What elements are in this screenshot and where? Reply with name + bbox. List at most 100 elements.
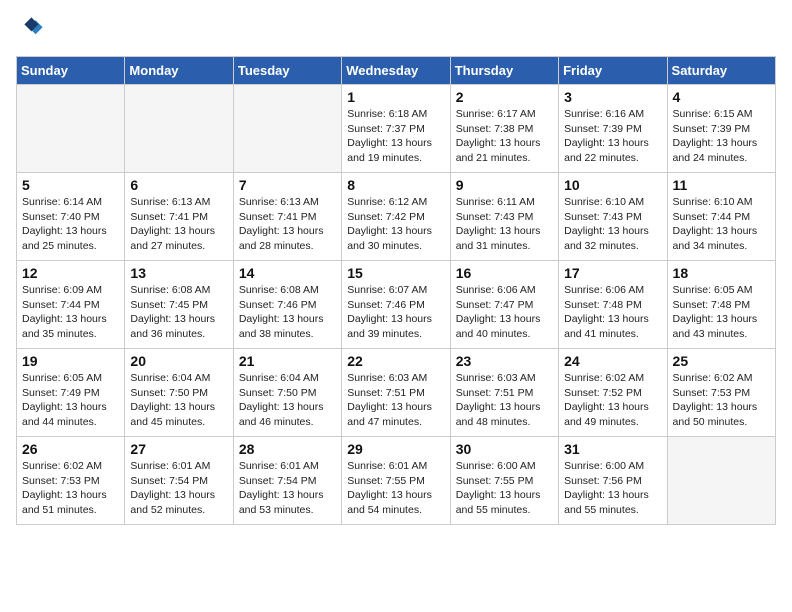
day-info: Sunrise: 6:03 AM Sunset: 7:51 PM Dayligh… — [456, 371, 553, 430]
calendar-day-cell: 23 Sunrise: 6:03 AM Sunset: 7:51 PM Dayli… — [450, 349, 558, 437]
day-number: 12 — [22, 265, 119, 281]
day-info: Sunrise: 6:05 AM Sunset: 7:49 PM Dayligh… — [22, 371, 119, 430]
day-info: Sunrise: 6:05 AM Sunset: 7:48 PM Dayligh… — [673, 283, 770, 342]
day-number: 7 — [239, 177, 336, 193]
calendar-day-cell: 31 Sunrise: 6:00 AM Sunset: 7:56 PM Dayli… — [559, 437, 667, 525]
day-info: Sunrise: 6:09 AM Sunset: 7:44 PM Dayligh… — [22, 283, 119, 342]
day-number: 22 — [347, 353, 444, 369]
day-number: 21 — [239, 353, 336, 369]
calendar-day-cell: 6 Sunrise: 6:13 AM Sunset: 7:41 PM Daylig… — [125, 173, 233, 261]
weekday-header: Tuesday — [233, 57, 341, 85]
calendar-day-cell: 22Sunrise: 6:03 AM Sunset: 7:51 PM Dayli… — [342, 349, 450, 437]
calendar-day-cell: 14 Sunrise: 6:08 AM Sunset: 7:46 PM Dayli… — [233, 261, 341, 349]
calendar-week-row: 19 Sunrise: 6:05 AM Sunset: 7:49 PM Dayli… — [17, 349, 776, 437]
calendar-week-row: 5Sunrise: 6:14 AM Sunset: 7:40 PM Daylig… — [17, 173, 776, 261]
calendar-day-cell: 28 Sunrise: 6:01 AM Sunset: 7:54 PM Dayli… — [233, 437, 341, 525]
calendar-day-cell: 2 Sunrise: 6:17 AM Sunset: 7:38 PM Daylig… — [450, 85, 558, 173]
calendar-day-cell: 18 Sunrise: 6:05 AM Sunset: 7:48 PM Dayli… — [667, 261, 775, 349]
day-info: Sunrise: 6:00 AM Sunset: 7:56 PM Dayligh… — [564, 459, 661, 518]
day-number: 11 — [673, 177, 770, 193]
calendar-day-cell: 27 Sunrise: 6:01 AM Sunset: 7:54 PM Dayli… — [125, 437, 233, 525]
calendar-day-cell: 9 Sunrise: 6:11 AM Sunset: 7:43 PM Daylig… — [450, 173, 558, 261]
day-info: Sunrise: 6:08 AM Sunset: 7:45 PM Dayligh… — [130, 283, 227, 342]
weekday-header: Wednesday — [342, 57, 450, 85]
day-number: 26 — [22, 441, 119, 457]
calendar-day-cell: 5Sunrise: 6:14 AM Sunset: 7:40 PM Daylig… — [17, 173, 125, 261]
day-info: Sunrise: 6:17 AM Sunset: 7:38 PM Dayligh… — [456, 107, 553, 166]
day-number: 3 — [564, 89, 661, 105]
day-number: 13 — [130, 265, 227, 281]
day-info: Sunrise: 6:18 AM Sunset: 7:37 PM Dayligh… — [347, 107, 444, 166]
calendar-day-cell: 15Sunrise: 6:07 AM Sunset: 7:46 PM Dayli… — [342, 261, 450, 349]
day-number: 10 — [564, 177, 661, 193]
day-info: Sunrise: 6:13 AM Sunset: 7:41 PM Dayligh… — [130, 195, 227, 254]
day-info: Sunrise: 6:08 AM Sunset: 7:46 PM Dayligh… — [239, 283, 336, 342]
calendar-day-cell: 12 Sunrise: 6:09 AM Sunset: 7:44 PM Dayli… — [17, 261, 125, 349]
day-number: 1 — [347, 89, 444, 105]
day-info: Sunrise: 6:15 AM Sunset: 7:39 PM Dayligh… — [673, 107, 770, 166]
day-number: 4 — [673, 89, 770, 105]
calendar-day-cell: 7 Sunrise: 6:13 AM Sunset: 7:41 PM Daylig… — [233, 173, 341, 261]
calendar-day-cell — [233, 85, 341, 173]
calendar-day-cell: 21 Sunrise: 6:04 AM Sunset: 7:50 PM Dayli… — [233, 349, 341, 437]
calendar-day-cell: 10Sunrise: 6:10 AM Sunset: 7:43 PM Dayli… — [559, 173, 667, 261]
calendar-day-cell: 17Sunrise: 6:06 AM Sunset: 7:48 PM Dayli… — [559, 261, 667, 349]
calendar-day-cell: 26 Sunrise: 6:02 AM Sunset: 7:53 PM Dayli… — [17, 437, 125, 525]
day-info: Sunrise: 6:04 AM Sunset: 7:50 PM Dayligh… — [130, 371, 227, 430]
day-number: 18 — [673, 265, 770, 281]
weekday-header: Friday — [559, 57, 667, 85]
weekday-header: Saturday — [667, 57, 775, 85]
day-info: Sunrise: 6:04 AM Sunset: 7:50 PM Dayligh… — [239, 371, 336, 430]
calendar-day-cell — [667, 437, 775, 525]
calendar-table: SundayMondayTuesdayWednesdayThursdayFrid… — [16, 56, 776, 525]
calendar-header-row: SundayMondayTuesdayWednesdayThursdayFrid… — [17, 57, 776, 85]
weekday-header: Monday — [125, 57, 233, 85]
day-number: 30 — [456, 441, 553, 457]
logo — [16, 16, 48, 44]
day-number: 5 — [22, 177, 119, 193]
day-info: Sunrise: 6:13 AM Sunset: 7:41 PM Dayligh… — [239, 195, 336, 254]
calendar-day-cell: 8Sunrise: 6:12 AM Sunset: 7:42 PM Daylig… — [342, 173, 450, 261]
calendar-day-cell: 30 Sunrise: 6:00 AM Sunset: 7:55 PM Dayli… — [450, 437, 558, 525]
day-number: 2 — [456, 89, 553, 105]
day-number: 8 — [347, 177, 444, 193]
day-info: Sunrise: 6:00 AM Sunset: 7:55 PM Dayligh… — [456, 459, 553, 518]
day-number: 27 — [130, 441, 227, 457]
day-info: Sunrise: 6:10 AM Sunset: 7:44 PM Dayligh… — [673, 195, 770, 254]
day-info: Sunrise: 6:06 AM Sunset: 7:47 PM Dayligh… — [456, 283, 553, 342]
day-info: Sunrise: 6:01 AM Sunset: 7:54 PM Dayligh… — [130, 459, 227, 518]
calendar-day-cell: 16 Sunrise: 6:06 AM Sunset: 7:47 PM Dayli… — [450, 261, 558, 349]
day-info: Sunrise: 6:16 AM Sunset: 7:39 PM Dayligh… — [564, 107, 661, 166]
calendar-day-cell: 29Sunrise: 6:01 AM Sunset: 7:55 PM Dayli… — [342, 437, 450, 525]
day-number: 23 — [456, 353, 553, 369]
day-number: 20 — [130, 353, 227, 369]
day-number: 16 — [456, 265, 553, 281]
day-number: 31 — [564, 441, 661, 457]
calendar-body: 1 Sunrise: 6:18 AM Sunset: 7:37 PM Daylig… — [17, 85, 776, 525]
weekday-header: Thursday — [450, 57, 558, 85]
day-info: Sunrise: 6:01 AM Sunset: 7:55 PM Dayligh… — [347, 459, 444, 518]
day-info: Sunrise: 6:01 AM Sunset: 7:54 PM Dayligh… — [239, 459, 336, 518]
day-info: Sunrise: 6:11 AM Sunset: 7:43 PM Dayligh… — [456, 195, 553, 254]
day-info: Sunrise: 6:07 AM Sunset: 7:46 PM Dayligh… — [347, 283, 444, 342]
calendar-day-cell — [125, 85, 233, 173]
calendar-day-cell: 11 Sunrise: 6:10 AM Sunset: 7:44 PM Dayli… — [667, 173, 775, 261]
page-header — [16, 16, 776, 44]
day-number: 19 — [22, 353, 119, 369]
calendar-day-cell: 19 Sunrise: 6:05 AM Sunset: 7:49 PM Dayli… — [17, 349, 125, 437]
calendar-day-cell: 24 Sunrise: 6:02 AM Sunset: 7:52 PM Dayli… — [559, 349, 667, 437]
day-info: Sunrise: 6:02 AM Sunset: 7:52 PM Dayligh… — [564, 371, 661, 430]
day-number: 28 — [239, 441, 336, 457]
day-number: 24 — [564, 353, 661, 369]
day-number: 17 — [564, 265, 661, 281]
calendar-week-row: 12 Sunrise: 6:09 AM Sunset: 7:44 PM Dayli… — [17, 261, 776, 349]
day-number: 25 — [673, 353, 770, 369]
weekday-header: Sunday — [17, 57, 125, 85]
calendar-day-cell: 3 Sunrise: 6:16 AM Sunset: 7:39 PM Daylig… — [559, 85, 667, 173]
day-info: Sunrise: 6:02 AM Sunset: 7:53 PM Dayligh… — [22, 459, 119, 518]
calendar-day-cell: 20 Sunrise: 6:04 AM Sunset: 7:50 PM Dayli… — [125, 349, 233, 437]
day-number: 9 — [456, 177, 553, 193]
day-number: 6 — [130, 177, 227, 193]
calendar-day-cell: 1 Sunrise: 6:18 AM Sunset: 7:37 PM Daylig… — [342, 85, 450, 173]
day-number: 14 — [239, 265, 336, 281]
